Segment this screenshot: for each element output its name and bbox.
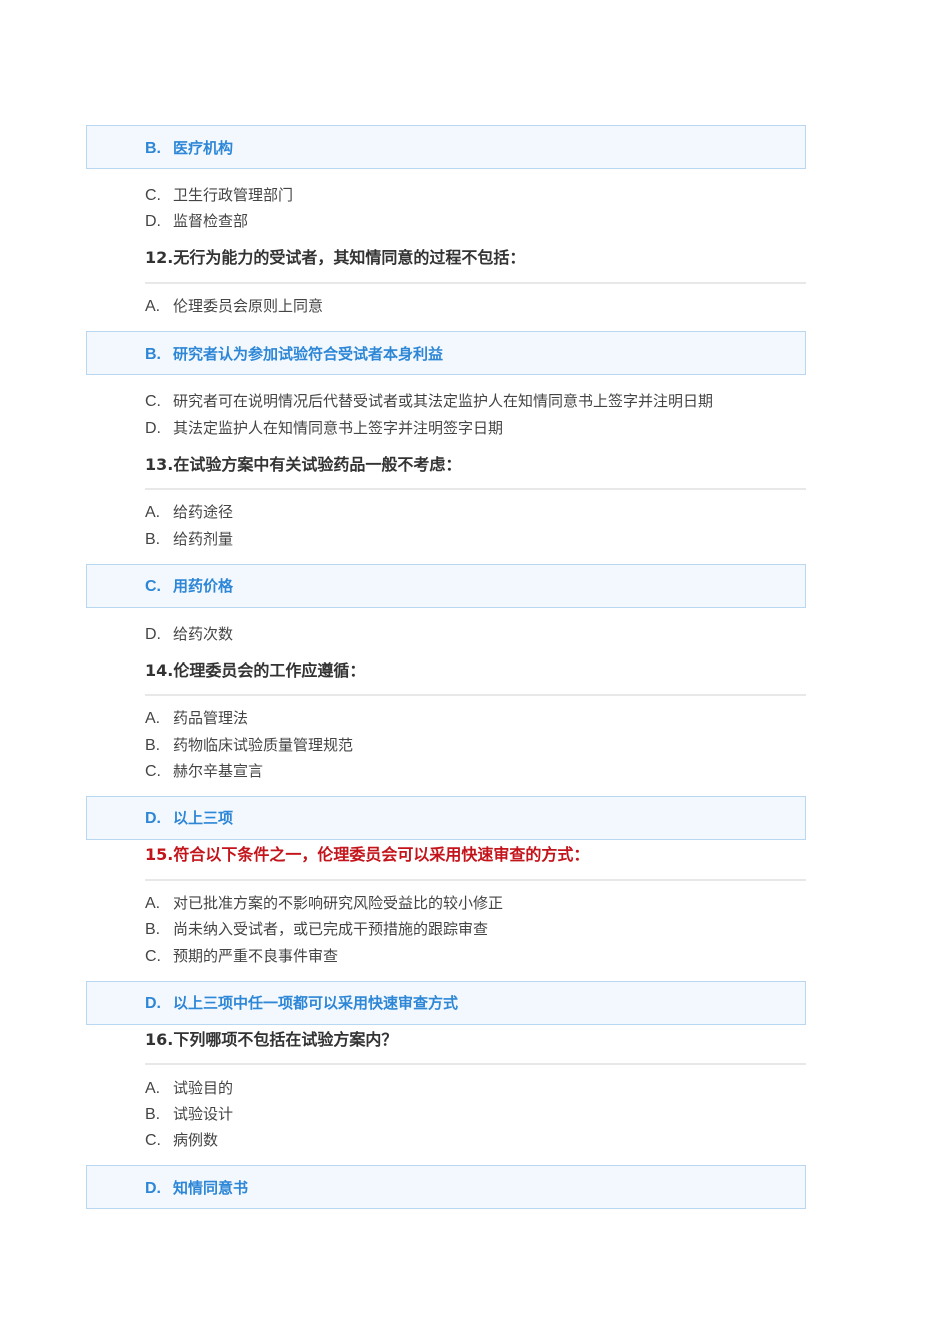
option-q13-b: B. 给药剂量: [145, 529, 233, 550]
option-text: 伦理委员会原则上同意: [173, 297, 324, 315]
option-text: 医疗机构: [173, 139, 234, 157]
option-q14-a: A. 药品管理法: [145, 708, 248, 729]
option-q13-a: A. 给药途径: [145, 502, 233, 523]
option-label: B.: [145, 921, 161, 938]
option-label: C.: [145, 763, 161, 780]
option-text: 试验目的: [173, 1079, 234, 1097]
option-label: C.: [145, 187, 161, 204]
option-label: A.: [145, 710, 161, 727]
option-label: D.: [145, 213, 161, 230]
option-q12-b-correct: B. 研究者认为参加试验符合受试者本身利益: [145, 344, 443, 365]
option-label: D.: [145, 995, 161, 1012]
option-text: 其法定监护人在知情同意书上签字并注明签字日期: [173, 419, 504, 437]
option-label: D.: [145, 810, 161, 827]
option-label: B.: [145, 140, 161, 157]
option-q11-c: C. 卫生行政管理部门: [145, 185, 293, 206]
option-label: D.: [145, 1180, 161, 1197]
option-q13-d: D. 给药次数: [145, 624, 233, 645]
option-q11-d: D. 监督检查部: [145, 211, 248, 232]
divider: [145, 282, 806, 284]
question-12-title: 12.无行为能力的受试者，其知情同意的过程不包括：: [145, 248, 526, 267]
option-text: 以上三项: [173, 809, 234, 827]
option-text: 预期的严重不良事件审查: [173, 947, 339, 965]
option-q15-c: C. 预期的严重不良事件审查: [145, 946, 338, 967]
option-label: C.: [145, 578, 161, 595]
option-text: 药物临床试验质量管理规范: [173, 736, 354, 754]
option-q15-b: B. 尚未纳入受试者，或已完成干预措施的跟踪审查: [145, 919, 488, 940]
option-text: 赫尔辛基宣言: [173, 762, 264, 780]
option-label: B.: [145, 346, 161, 363]
option-q12-d: D. 其法定监护人在知情同意书上签字并注明签字日期: [145, 418, 503, 439]
option-q12-a: A. 伦理委员会原则上同意: [145, 296, 323, 317]
option-q16-b: B. 试验设计: [145, 1104, 233, 1125]
divider: [145, 488, 806, 490]
option-text: 对已批准方案的不影响研究风险受益比的较小修正: [173, 894, 504, 912]
divider: [145, 694, 806, 696]
option-text: 研究者认为参加试验符合受试者本身利益: [173, 345, 444, 363]
question-16-title: 16.下列哪项不包括在试验方案内？: [145, 1030, 398, 1049]
option-q16-c: C. 病例数: [145, 1130, 218, 1151]
option-q16-d-correct: D. 知情同意书: [145, 1178, 248, 1199]
question-14-title: 14.伦理委员会的工作应遵循：: [145, 661, 366, 680]
option-label: A.: [145, 504, 161, 521]
option-text: 以上三项中任一项都可以采用快速审查方式: [173, 994, 459, 1012]
option-text: 药品管理法: [173, 709, 249, 727]
quiz-page: B. 医疗机构 C. 卫生行政管理部门 D. 监督检查部 12.无行为能力的受试者，其…: [0, 0, 950, 1344]
option-q15-d-correct: D. 以上三项中任一项都可以采用快速审查方式: [145, 993, 458, 1014]
question-15-title: 15.符合以下条件之一，伦理委员会可以采用快速审查的方式：: [145, 845, 590, 864]
option-text: 监督检查部: [173, 212, 249, 230]
option-q11-b-correct: B. 医疗机构: [145, 138, 233, 159]
option-label: C.: [145, 393, 161, 410]
option-q12-c: C. 研究者可在说明情况后代替受试者或其法定监护人在知情同意书上签字并注明日期: [145, 391, 713, 412]
option-text: 用药价格: [173, 577, 234, 595]
option-text: 给药次数: [173, 625, 234, 643]
option-label: B.: [145, 531, 161, 548]
option-text: 卫生行政管理部门: [173, 186, 294, 204]
option-text: 研究者可在说明情况后代替受试者或其法定监护人在知情同意书上签字并注明日期: [173, 392, 714, 410]
option-label: B.: [145, 737, 161, 754]
option-label: A.: [145, 1080, 161, 1097]
option-label: C.: [145, 948, 161, 965]
option-text: 给药剂量: [173, 530, 234, 548]
option-label: A.: [145, 895, 161, 912]
option-q14-b: B. 药物临床试验质量管理规范: [145, 735, 353, 756]
option-text: 知情同意书: [173, 1179, 249, 1197]
option-label: D.: [145, 420, 161, 437]
option-text: 病例数: [173, 1131, 219, 1149]
question-13-title: 13.在试验方案中有关试验药品一般不考虑：: [145, 455, 462, 474]
option-q15-a: A. 对已批准方案的不影响研究风险受益比的较小修正: [145, 893, 503, 914]
divider: [145, 879, 806, 881]
option-q16-a: A. 试验目的: [145, 1078, 233, 1099]
option-q14-c: C. 赫尔辛基宣言: [145, 761, 263, 782]
option-label: D.: [145, 626, 161, 643]
option-text: 试验设计: [173, 1105, 234, 1123]
divider: [145, 1063, 806, 1065]
option-label: A.: [145, 298, 161, 315]
option-label: B.: [145, 1106, 161, 1123]
option-q14-d-correct: D. 以上三项: [145, 808, 233, 829]
option-q13-c-correct: C. 用药价格: [145, 576, 233, 597]
option-label: C.: [145, 1132, 161, 1149]
option-text: 给药途径: [173, 503, 234, 521]
option-text: 尚未纳入受试者，或已完成干预措施的跟踪审查: [173, 920, 489, 938]
